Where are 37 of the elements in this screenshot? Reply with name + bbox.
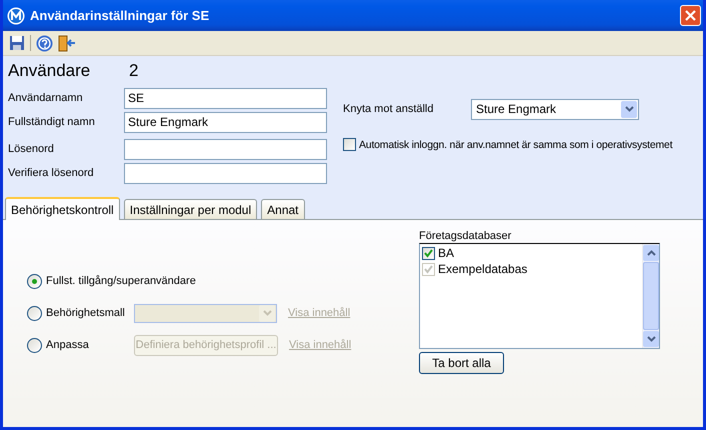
database-name[interactable]: BA [438, 246, 454, 260]
field-label: Lösenord [8, 143, 55, 155]
tab[interactable]: Inställningar per modul [124, 199, 258, 219]
help-icon[interactable] [36, 34, 53, 52]
window-title: Användarinställningar för SE [30, 8, 210, 23]
radio-label: Fullst. tillgång/superanvändare [46, 275, 196, 287]
radio-button[interactable] [27, 338, 42, 352]
radio-button[interactable] [27, 274, 42, 288]
checkbox[interactable] [343, 138, 356, 151]
employee-dropdown[interactable]: Sture Engmark [471, 98, 639, 120]
input-field[interactable] [124, 138, 327, 160]
radio-label: Behörighetsmall [46, 307, 126, 319]
scroll-down-icon[interactable] [646, 336, 656, 342]
close-button[interactable] [680, 5, 701, 26]
field-label: Fullständigt namn [8, 116, 96, 128]
app-logo-icon [7, 6, 25, 24]
list-label: Företagsdatabaser [419, 230, 512, 243]
input-field[interactable] [124, 162, 327, 184]
save-icon[interactable] [9, 35, 25, 51]
field-label: Knyta mot anställd [343, 103, 434, 115]
radio-label: Anpassa [46, 339, 90, 351]
radio-button[interactable] [27, 306, 42, 320]
checkbox[interactable] [422, 246, 435, 260]
user-number: 2 [129, 61, 138, 81]
tab[interactable]: Annat [261, 199, 304, 219]
section-heading: Användare [8, 61, 92, 81]
input-field[interactable]: SE [124, 88, 327, 108]
close-icon [685, 10, 696, 21]
field-label: Verifiera lösenord [8, 167, 95, 179]
input-field[interactable]: Sture Engmark [124, 112, 327, 132]
remove-all-button[interactable]: Ta bort alla [419, 352, 504, 374]
tab[interactable]: Behörighetskontroll [5, 197, 120, 220]
checkbox-label: Automatisk inloggn. när anv.namnet är samma som i operativsystemet [359, 138, 672, 150]
exit-door-icon[interactable] [58, 34, 76, 52]
scrollbar[interactable] [643, 244, 659, 348]
scroll-up-icon[interactable] [646, 250, 656, 256]
field-label: Användarnamn [8, 92, 84, 104]
